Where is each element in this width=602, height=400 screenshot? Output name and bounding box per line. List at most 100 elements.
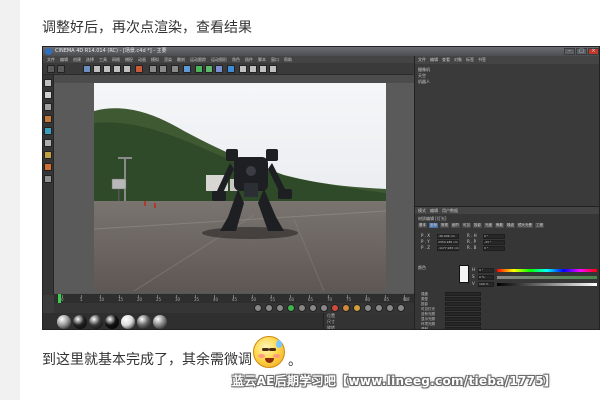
attr-subtab[interactable]: 工程 <box>535 223 544 228</box>
transport-button-icon[interactable] <box>342 304 350 312</box>
left-tool-icon[interactable] <box>44 139 52 147</box>
object-manager-tab[interactable]: 标签 <box>466 56 474 64</box>
maximize-button[interactable]: □ <box>576 48 587 55</box>
object-manager-tab[interactable]: 书签 <box>478 56 486 64</box>
attr-subtab[interactable]: 细节 <box>451 223 460 228</box>
menu-item-4[interactable]: 工具 <box>99 56 107 63</box>
attr-option-field[interactable] <box>445 302 481 306</box>
attr-subtab[interactable]: 焦散 <box>495 223 504 228</box>
attr-subtab[interactable]: 常规 <box>440 223 449 228</box>
toolbar-tool-icon[interactable] <box>93 65 101 73</box>
transport-button-icon[interactable] <box>397 304 405 312</box>
menu-item-3[interactable]: 选择 <box>86 56 94 63</box>
attr-subtab[interactable]: 坐标 <box>429 223 438 228</box>
minimize-button[interactable]: – <box>564 48 575 55</box>
transport-button-icon[interactable] <box>375 304 383 312</box>
attr-subtab[interactable]: 投影 <box>473 223 482 228</box>
menu-item-11[interactable]: 运动跟踪 <box>190 56 206 63</box>
toolbar-tool-icon[interactable] <box>205 65 213 73</box>
menu-item-2[interactable]: 创建 <box>73 56 81 63</box>
toolbar-tool-icon[interactable] <box>171 65 179 73</box>
transport-button-icon[interactable] <box>320 304 328 312</box>
timeline[interactable]: 0 5 10 15 20 25 30 35 40 45 50 55 60 65 70 75 80 85 90 0 F <box>54 293 414 304</box>
transport-button-icon[interactable] <box>276 304 284 312</box>
menu-item-6[interactable]: 捕捉 <box>125 56 133 63</box>
material-ball-icon[interactable] <box>73 315 87 329</box>
toolbar-tool-icon[interactable] <box>239 65 247 73</box>
menu-item-5[interactable]: 网格 <box>112 56 120 63</box>
transport-button-icon[interactable] <box>364 304 372 312</box>
material-ball-icon[interactable] <box>57 315 71 329</box>
menu-item-7[interactable]: 动画 <box>138 56 146 63</box>
toolbar-tool-icon[interactable] <box>135 65 143 73</box>
transport-button-icon[interactable] <box>353 304 361 312</box>
attr-manager-tab[interactable]: 编辑 <box>430 207 438 214</box>
toolbar-tool-icon[interactable] <box>259 65 267 73</box>
color-swatch[interactable] <box>459 265 469 283</box>
close-button[interactable]: × <box>588 48 599 55</box>
toolbar-tool-icon[interactable] <box>83 65 91 73</box>
transport-button-icon[interactable] <box>254 304 262 312</box>
toolbar-tool-icon[interactable] <box>227 65 235 73</box>
transport-button-icon[interactable] <box>309 304 317 312</box>
toolbar-tool-icon[interactable] <box>47 65 55 73</box>
attr-option-field[interactable] <box>445 312 481 316</box>
attr-subtab[interactable]: 可见 <box>462 223 471 228</box>
transport-button-icon[interactable] <box>265 304 273 312</box>
attr-subtab[interactable]: 镜头光晕 <box>517 223 533 228</box>
toolbar-tool-icon[interactable] <box>249 65 257 73</box>
left-tool-icon[interactable] <box>44 79 52 87</box>
object-manager-tab[interactable]: 查看 <box>442 56 450 64</box>
left-tool-icon[interactable] <box>44 103 52 111</box>
object-manager-tab[interactable]: 对象 <box>454 56 462 64</box>
left-tool-icon[interactable] <box>44 115 52 123</box>
menu-item-12[interactable]: 运动图形 <box>211 56 227 63</box>
left-tool-icon[interactable] <box>44 127 52 135</box>
menu-item-1[interactable]: 编辑 <box>60 56 68 63</box>
toolbar-tool-icon[interactable] <box>183 65 191 73</box>
toolbar-tool-icon[interactable] <box>269 65 277 73</box>
menu-item-13[interactable]: 角色 <box>232 56 240 63</box>
color-slider[interactable] <box>497 283 597 286</box>
toolbar-tool-icon[interactable] <box>103 65 111 73</box>
attr-option-field[interactable] <box>445 297 481 301</box>
menu-item-9[interactable]: 渲染 <box>164 56 172 63</box>
transport-button-icon[interactable] <box>386 304 394 312</box>
viewport[interactable] <box>54 75 414 293</box>
attr-option-field[interactable] <box>445 292 481 296</box>
material-ball-icon[interactable] <box>105 315 119 329</box>
attr-subtab[interactable]: 基本 <box>418 223 427 228</box>
attr-option-field[interactable] <box>445 307 481 311</box>
attr-subtab[interactable]: 光度 <box>484 223 493 228</box>
attr-subtab[interactable]: 噪波 <box>506 223 515 228</box>
left-tool-icon[interactable] <box>44 91 52 99</box>
menu-item-17[interactable]: 帮助 <box>284 56 292 63</box>
menu-item-10[interactable]: 雕刻 <box>177 56 185 63</box>
attr-option-field[interactable] <box>445 317 481 321</box>
menu-item-14[interactable]: 插件 <box>245 56 253 63</box>
toolbar-tool-icon[interactable] <box>113 65 121 73</box>
menu-item-8[interactable]: 模拟 <box>151 56 159 63</box>
attr-option-field[interactable] <box>445 327 481 329</box>
toolbar-tool-icon[interactable] <box>123 65 131 73</box>
material-ball-icon[interactable] <box>137 315 151 329</box>
attr-manager-tab[interactable]: 模式 <box>418 207 426 214</box>
toolbar-tool-icon[interactable] <box>159 65 167 73</box>
attr-manager-tab[interactable]: 用户数据 <box>442 207 458 214</box>
menu-item-15[interactable]: 脚本 <box>258 56 266 63</box>
transport-button-icon[interactable] <box>298 304 306 312</box>
toolbar-tool-icon[interactable] <box>149 65 157 73</box>
object-manager-tab[interactable]: 编辑 <box>430 56 438 64</box>
material-ball-icon[interactable] <box>121 315 135 329</box>
toolbar-tool-icon[interactable] <box>215 65 223 73</box>
menu-item-0[interactable]: 文件 <box>47 56 55 63</box>
color-slider[interactable] <box>497 269 597 272</box>
menu-item-16[interactable]: 窗口 <box>271 56 279 63</box>
left-tool-icon[interactable] <box>44 175 52 183</box>
transport-button-icon[interactable] <box>331 304 339 312</box>
object-manager-tab[interactable]: 文件 <box>418 56 426 64</box>
transport-button-icon[interactable] <box>287 304 295 312</box>
toolbar-tool-icon[interactable] <box>195 65 203 73</box>
left-tool-icon[interactable] <box>44 151 52 159</box>
attr-option-field[interactable] <box>445 322 481 326</box>
